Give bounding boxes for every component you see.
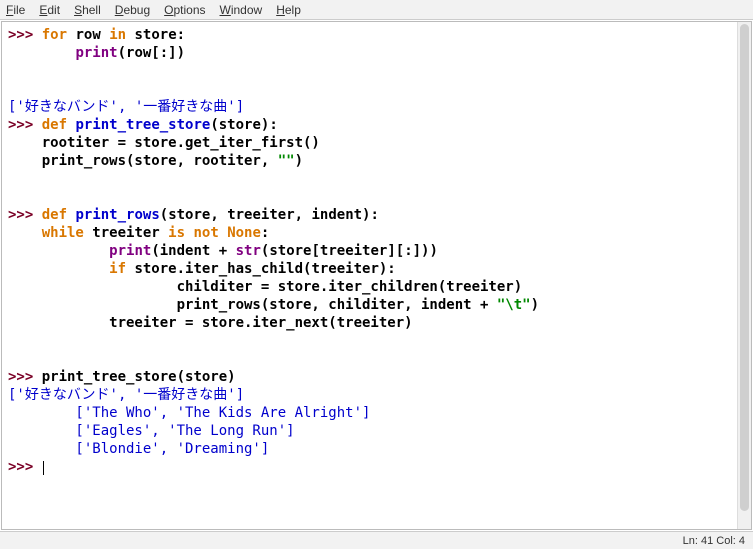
keyword-isnot: is not xyxy=(168,225,219,241)
output-line: ['好きなバンド', '一番好きな曲'] xyxy=(8,99,244,115)
scrollbar-thumb[interactable] xyxy=(740,24,749,511)
editor-frame: >>> for row in store: print(row[:]) ['好き… xyxy=(1,21,752,530)
string-literal: "\t" xyxy=(497,297,531,313)
prompt: >>> xyxy=(8,207,33,223)
text-cursor xyxy=(43,461,44,475)
menu-debug[interactable]: Debug xyxy=(115,3,150,17)
const-none: None xyxy=(227,225,261,241)
prompt: >>> xyxy=(8,27,33,43)
keyword-while: while xyxy=(42,225,84,241)
menu-shell[interactable]: Shell xyxy=(74,3,101,17)
prompt: >>> xyxy=(8,459,33,475)
status-bar: Ln: 41 Col: 4 xyxy=(0,531,753,549)
builtin-print: print xyxy=(109,243,151,259)
prompt: >>> xyxy=(8,369,33,385)
menu-bar: File Edit Shell Debug Options Window Hel… xyxy=(0,0,753,20)
vertical-scrollbar[interactable] xyxy=(737,22,751,529)
builtin-print: print xyxy=(75,45,117,61)
menu-file[interactable]: File xyxy=(6,3,25,17)
prompt: >>> xyxy=(8,117,33,133)
output-line: ['好きなバンド', '一番好きな曲'] xyxy=(8,387,244,403)
output-line: ['Blondie', 'Dreaming'] xyxy=(8,441,269,457)
output-line: ['Eagles', 'The Long Run'] xyxy=(8,423,295,439)
menu-edit[interactable]: Edit xyxy=(39,3,60,17)
string-literal: "" xyxy=(278,153,295,169)
menu-help[interactable]: Help xyxy=(276,3,301,17)
menu-window[interactable]: Window xyxy=(220,3,263,17)
keyword-in: in xyxy=(109,27,126,43)
keyword-def: def xyxy=(42,117,67,133)
menu-options[interactable]: Options xyxy=(164,3,205,17)
cursor-position: Ln: 41 Col: 4 xyxy=(683,535,745,547)
func-name: print_rows xyxy=(75,207,159,223)
output-line: ['The Who', 'The Kids Are Alright'] xyxy=(8,405,370,421)
shell-editor[interactable]: >>> for row in store: print(row[:]) ['好き… xyxy=(2,22,737,529)
keyword-if: if xyxy=(109,261,126,277)
func-name: print_tree_store xyxy=(75,117,210,133)
builtin-str: str xyxy=(236,243,261,259)
keyword-def: def xyxy=(42,207,67,223)
keyword-for: for xyxy=(42,27,67,43)
